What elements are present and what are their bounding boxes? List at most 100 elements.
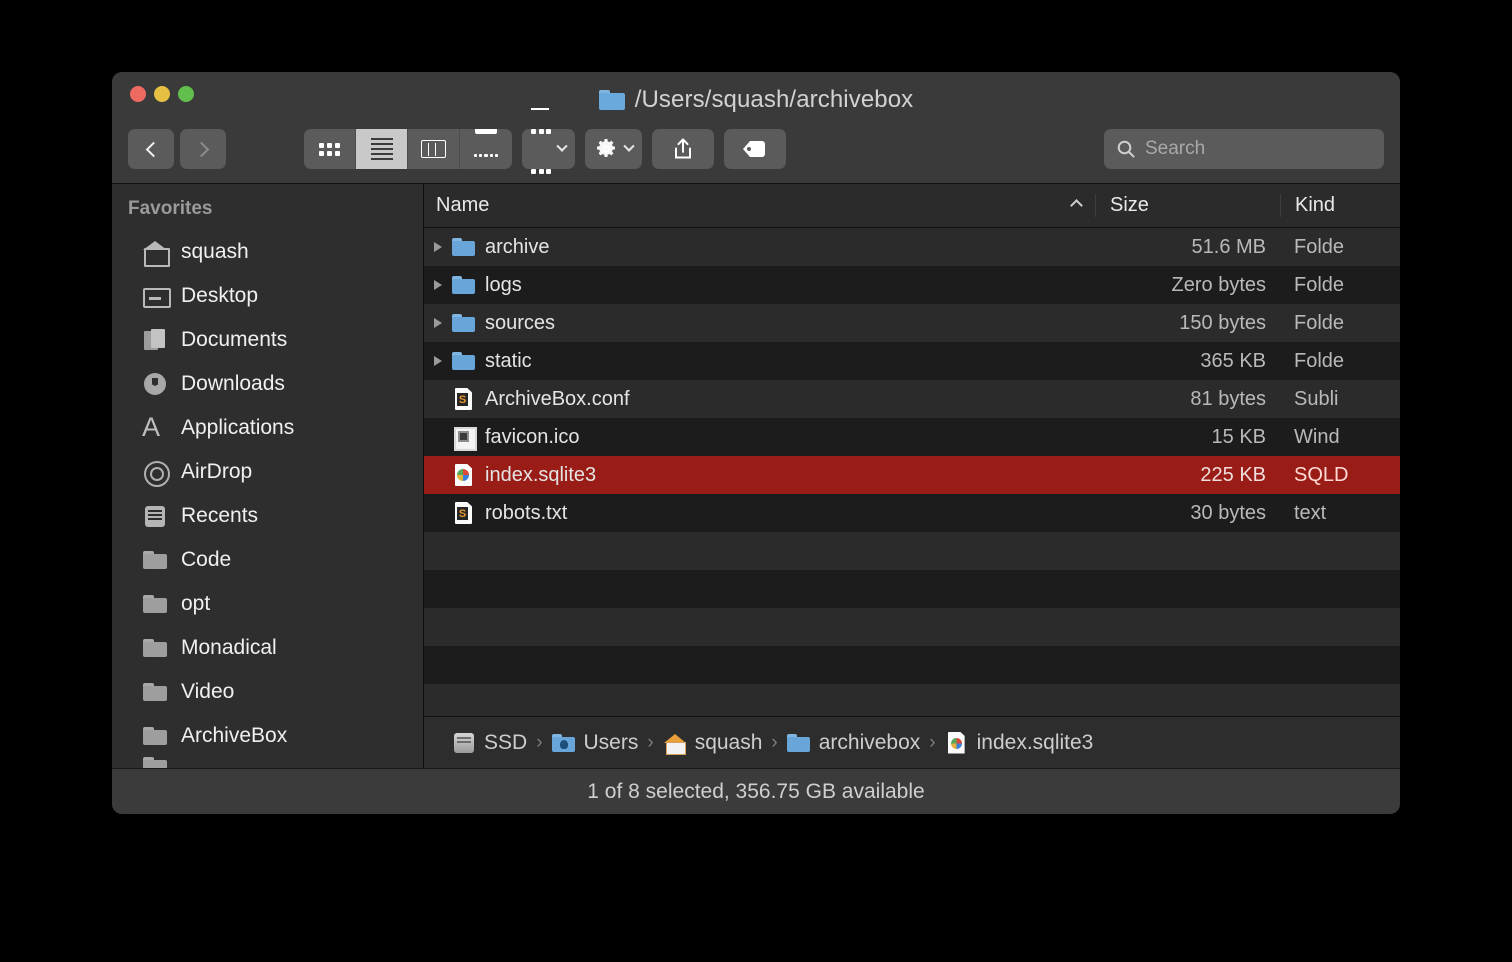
file-name-cell: archive — [424, 236, 1095, 259]
airdrop-icon — [142, 460, 170, 487]
sidebar-section-favorites: Favorites — [128, 198, 213, 219]
sidebar-item-monadical[interactable]: Monadical — [112, 626, 423, 670]
column-header-kind[interactable]: Kind — [1280, 194, 1400, 217]
window-title: /Users/squash/archivebox — [112, 86, 1400, 114]
search-icon — [1117, 140, 1135, 158]
file-name: robots.txt — [485, 501, 568, 524]
table-row[interactable]: sources 150 bytes Folde — [424, 304, 1400, 342]
sidebar-item-opt[interactable]: opt — [112, 582, 423, 626]
minimize-button[interactable] — [154, 86, 170, 102]
sidebar-item-label: Downloads — [181, 372, 285, 395]
path-item-squash[interactable]: squash — [663, 731, 762, 755]
table-row[interactable]: static 365 KB Folde — [424, 342, 1400, 380]
sidebar-item-applications[interactable]: Applications — [112, 406, 423, 450]
table-row[interactable]: logs Zero bytes Folde — [424, 266, 1400, 304]
table-row[interactable]: archive 51.6 MB Folde — [424, 228, 1400, 266]
sidebar-item-downloads[interactable]: Downloads — [112, 362, 423, 406]
path-separator-icon: › — [647, 731, 654, 753]
sidebar-item-documents[interactable]: Documents — [112, 318, 423, 362]
sidebar-item-desktop[interactable]: Desktop — [112, 274, 423, 318]
traffic-light-buttons — [130, 86, 194, 102]
close-button[interactable] — [130, 86, 146, 102]
table-row[interactable]: S ArchiveBox.conf 81 bytes Subli — [424, 380, 1400, 418]
path-item-label: SSD — [484, 730, 528, 754]
sidebar-item-video[interactable]: Video — [112, 670, 423, 714]
file-size: 30 bytes — [1190, 501, 1266, 524]
title-bar: /Users/squash/archivebox Search — [112, 72, 1400, 184]
gallery-icon — [473, 129, 499, 169]
home-folder-icon — [663, 732, 687, 755]
column-headers: Name Size Kind — [424, 184, 1400, 228]
downloads-icon — [142, 372, 168, 396]
sidebar-item-recents[interactable]: Recents — [112, 494, 423, 538]
column-header-name[interactable]: Name — [424, 194, 1095, 217]
path-item-users[interactable]: Users — [551, 731, 638, 755]
path-item-archivebox[interactable]: archivebox — [786, 730, 921, 755]
folder-icon — [452, 274, 476, 296]
file-name: logs — [485, 273, 522, 296]
sidebar-item-label: squash — [181, 240, 249, 263]
action-menu-button[interactable] — [585, 129, 642, 169]
sidebar-item-code[interactable]: Code — [112, 538, 423, 582]
list-view-button[interactable] — [356, 129, 408, 169]
path-item-ssd[interactable]: SSD — [452, 731, 527, 755]
icon-view-button[interactable] — [304, 129, 356, 169]
share-button[interactable] — [652, 129, 714, 169]
status-bar: 1 of 8 selected, 356.75 GB available — [112, 768, 1400, 814]
sidebar-item-label: opt — [181, 592, 211, 615]
file-name: sources — [485, 311, 556, 334]
file-name-cell: static — [424, 350, 1095, 373]
group-by-button[interactable] — [522, 107, 575, 174]
search-field[interactable]: Search — [1104, 129, 1384, 169]
applications-icon — [142, 412, 168, 443]
sqlite-document-icon — [945, 732, 969, 754]
path-separator-icon: › — [536, 731, 543, 753]
sidebar-item-label: ArchiveBox — [181, 724, 288, 747]
sidebar-item-airdrop[interactable]: AirDrop — [112, 450, 423, 494]
finder-window: /Users/squash/archivebox Search Favorite… — [112, 72, 1400, 814]
table-row-selected[interactable]: index.sqlite3 225 KB SQLD — [424, 456, 1400, 494]
folder-icon — [452, 312, 476, 334]
file-kind: text — [1294, 501, 1327, 524]
folder-icon — [142, 592, 168, 616]
file-name: archive — [485, 235, 550, 258]
path-item-label: archivebox — [818, 730, 921, 754]
disclosure-triangle-icon[interactable] — [434, 318, 442, 328]
file-name: favicon.ico — [485, 425, 580, 448]
sidebar-item-clipped[interactable] — [112, 757, 423, 768]
file-name-cell: favicon.ico — [424, 425, 1095, 451]
window-body: Favorites squash Desktop Documents Downl… — [112, 184, 1400, 768]
gallery-view-button[interactable] — [460, 129, 512, 169]
sidebar-item-label: Desktop — [181, 284, 259, 307]
navigation-buttons — [128, 129, 226, 169]
tags-button[interactable] — [724, 129, 786, 169]
file-name-cell: sources — [424, 312, 1095, 335]
path-item-label: index.sqlite3 — [976, 730, 1094, 754]
sidebar-item-archivebox[interactable]: ArchiveBox — [112, 714, 423, 758]
view-mode-switcher — [304, 129, 512, 169]
file-kind: Folde — [1294, 311, 1345, 334]
disclosure-triangle-icon[interactable] — [434, 242, 442, 252]
path-separator-icon: › — [929, 731, 936, 753]
forward-button[interactable] — [180, 129, 226, 169]
folder-icon — [142, 636, 168, 660]
back-button[interactable] — [128, 129, 174, 169]
file-kind: Wind — [1294, 425, 1340, 448]
sidebar: Favorites squash Desktop Documents Downl… — [112, 184, 424, 768]
column-header-size[interactable]: Size — [1095, 194, 1280, 217]
column-header-name-label: Name — [436, 194, 490, 216]
disclosure-triangle-icon[interactable] — [434, 280, 442, 290]
sidebar-item-squash[interactable]: squash — [112, 230, 423, 274]
path-item-index-sqlite3[interactable]: index.sqlite3 — [945, 730, 1094, 755]
image-document-icon — [452, 426, 477, 451]
column-view-button[interactable] — [408, 129, 460, 169]
sidebar-item-label: Video — [181, 680, 235, 703]
folder-icon — [598, 90, 625, 110]
table-row[interactable]: S robots.txt 30 bytes text — [424, 494, 1400, 532]
empty-row — [424, 646, 1400, 684]
chevron-down-icon — [623, 140, 635, 152]
folder-icon — [452, 350, 476, 372]
maximize-button[interactable] — [178, 86, 194, 102]
disclosure-triangle-icon[interactable] — [434, 356, 442, 366]
table-row[interactable]: favicon.ico 15 KB Wind — [424, 418, 1400, 456]
